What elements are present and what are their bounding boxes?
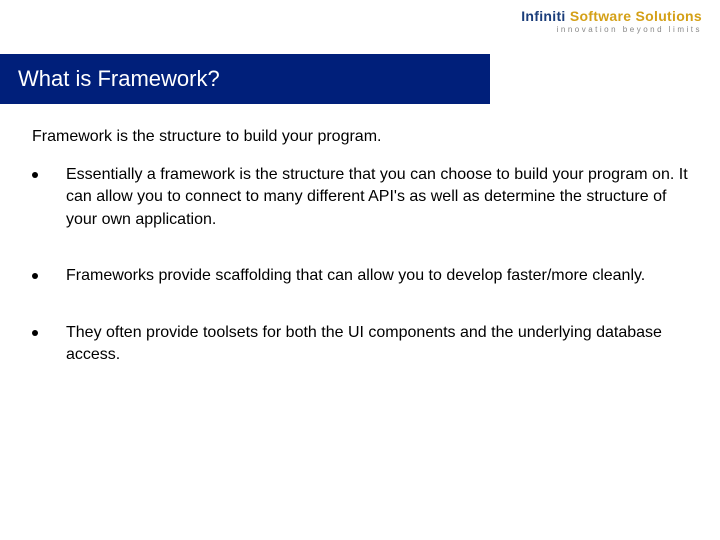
bullet-icon bbox=[32, 330, 38, 336]
slide-title: What is Framework? bbox=[18, 66, 220, 92]
bullet-text: Frameworks provide scaffolding that can … bbox=[66, 265, 645, 287]
logo-brand-second: Software Solutions bbox=[570, 8, 702, 24]
bullet-text: Essentially a framework is the structure… bbox=[66, 164, 688, 231]
title-bar: What is Framework? bbox=[0, 54, 490, 104]
logo-brand: Infiniti Software Solutions bbox=[521, 8, 702, 24]
logo-brand-first: Infiniti bbox=[521, 8, 570, 24]
intro-text: Framework is the structure to build your… bbox=[32, 128, 381, 146]
bullet-icon bbox=[32, 273, 38, 279]
company-logo: Infiniti Software Solutions innovation b… bbox=[521, 8, 702, 34]
list-item: Essentially a framework is the structure… bbox=[32, 164, 688, 231]
list-item: They often provide toolsets for both the… bbox=[32, 322, 688, 367]
logo-tagline: innovation beyond limits bbox=[521, 25, 702, 34]
bullet-icon bbox=[32, 172, 38, 178]
bullet-text: They often provide toolsets for both the… bbox=[66, 322, 688, 367]
bullet-list: Essentially a framework is the structure… bbox=[32, 164, 688, 400]
list-item: Frameworks provide scaffolding that can … bbox=[32, 265, 688, 287]
